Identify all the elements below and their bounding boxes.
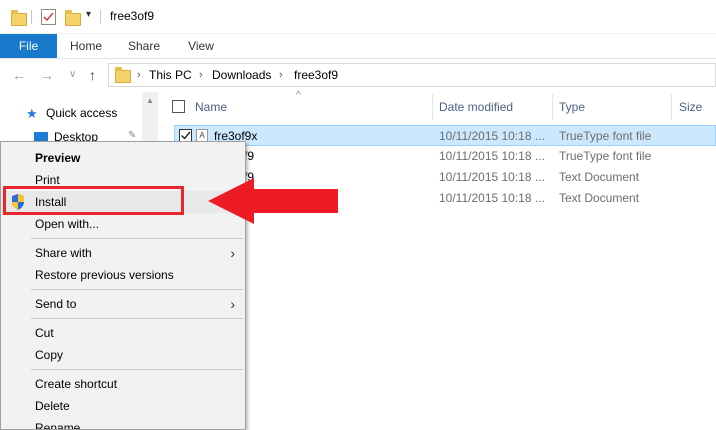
menu-item-label: Cut	[35, 326, 54, 340]
file-date: 10/11/2015 10:18 ...	[439, 170, 545, 184]
pin-icon[interactable]: ✎	[128, 130, 136, 141]
menu-item-label: Share with	[35, 246, 92, 260]
menu-item-create-shortcut[interactable]: Create shortcut	[1, 373, 245, 395]
file-type: Text Document	[559, 170, 640, 184]
tab-view[interactable]: View	[178, 34, 224, 58]
breadcrumb-downloads[interactable]: Downloads	[212, 64, 271, 86]
menu-separator	[31, 289, 243, 290]
menu-item-label: Rename	[35, 421, 81, 429]
address-row: ← → ∨ ↑ › This PC › Downloads › free3of9	[0, 59, 716, 91]
menu-item-rename[interactable]: Rename	[1, 417, 245, 429]
file-type: TrueType font file	[559, 129, 652, 143]
breadcrumb-separator[interactable]: ›	[199, 64, 203, 86]
chevron-right-icon: ›	[230, 245, 235, 261]
menu-separator	[31, 238, 243, 239]
column-name[interactable]: Name	[195, 96, 227, 118]
menu-item-share-with[interactable]: Share with ›	[1, 242, 245, 264]
new-folder-icon[interactable]	[65, 10, 81, 26]
menu-separator	[31, 318, 243, 319]
menu-item-label: Create shortcut	[35, 377, 118, 391]
highlight-box	[3, 186, 184, 215]
properties-icon[interactable]	[41, 9, 56, 25]
menu-item-label: Delete	[35, 399, 70, 413]
menu-item-send-to[interactable]: Send to ›	[1, 293, 245, 315]
menu-item-cut[interactable]: Cut	[1, 322, 245, 344]
menu-item-copy[interactable]: Copy	[1, 344, 245, 366]
menu-item-delete[interactable]: Delete	[1, 395, 245, 417]
column-size[interactable]: Size	[679, 96, 702, 118]
scroll-up-icon[interactable]: ▲	[146, 96, 154, 105]
file-type: TrueType font file	[559, 149, 652, 163]
menu-item-label: Copy	[35, 348, 64, 362]
menu-item-label: Send to	[35, 297, 77, 311]
breadcrumb-separator[interactable]: ›	[279, 64, 283, 86]
column-divider[interactable]	[552, 94, 553, 120]
tab-share[interactable]: Share	[121, 34, 167, 58]
file-date: 10/11/2015 10:18 ...	[439, 129, 545, 143]
file-row[interactable]: A fre3of9x 10/11/2015 10:18 ... TrueType…	[174, 125, 716, 146]
column-type[interactable]: Type	[559, 96, 585, 118]
menu-item-restore-previous-versions[interactable]: Restore previous versions	[1, 264, 245, 286]
ribbon-tabs: File Home Share View	[0, 34, 716, 59]
sort-ascending-icon: ^	[296, 90, 301, 101]
window-title: free3of9	[110, 9, 155, 23]
breadcrumb-separator[interactable]: ›	[137, 64, 141, 86]
menu-item-label: Preview	[35, 151, 81, 165]
recent-locations-icon[interactable]: ∨	[69, 59, 76, 91]
column-date-modified[interactable]: Date modified	[439, 96, 513, 118]
title-bar: ▾ free3of9	[0, 0, 716, 34]
menu-item-label: Open with...	[35, 217, 100, 231]
nav-quick-access[interactable]: Quick access	[46, 106, 117, 120]
toolbar-separator	[31, 10, 32, 24]
star-icon: ★	[26, 106, 38, 121]
file-date: 10/11/2015 10:18 ...	[439, 191, 545, 205]
column-divider[interactable]	[671, 94, 672, 120]
tab-home[interactable]: Home	[63, 34, 109, 58]
file-date: 10/11/2015 10:18 ...	[439, 149, 545, 163]
column-divider[interactable]	[432, 94, 433, 120]
toolbar-separator	[100, 10, 101, 24]
file-type: Text Document	[559, 191, 640, 205]
menu-item-label: Restore previous versions	[35, 268, 174, 282]
breadcrumb-free3of9[interactable]: free3of9	[294, 64, 338, 86]
menu-separator	[31, 369, 243, 370]
chevron-right-icon: ›	[230, 296, 235, 312]
forward-arrow-icon[interactable]: →	[40, 59, 54, 91]
pointer-arrow-icon	[208, 178, 338, 224]
back-arrow-icon[interactable]: ←	[12, 59, 26, 91]
folder-icon	[115, 67, 131, 83]
up-arrow-icon[interactable]: ↑	[89, 59, 96, 91]
select-all-checkbox[interactable]	[172, 100, 185, 113]
tab-file[interactable]: File	[0, 34, 57, 58]
file-row[interactable]: f9 10/11/2015 10:18 ... TrueType font fi…	[174, 146, 716, 167]
customize-quick-access-icon[interactable]: ▾	[86, 9, 91, 20]
menu-item-preview[interactable]: Preview	[1, 147, 245, 169]
address-bar[interactable]: › This PC › Downloads › free3of9	[108, 63, 716, 87]
breadcrumb-this-pc[interactable]: This PC	[149, 64, 192, 86]
folder-icon	[11, 10, 27, 26]
